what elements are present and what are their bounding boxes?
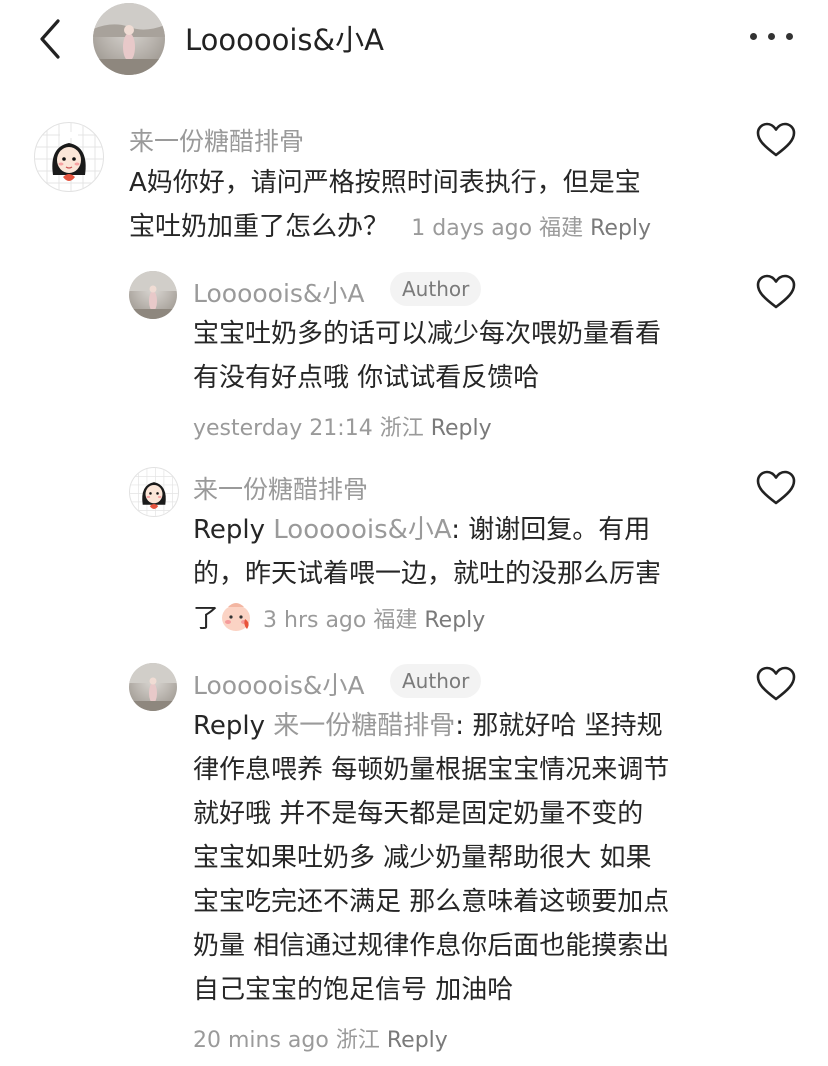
reply-text-line: 奶量 相信通过规律作息你后面也能摸索出: [193, 931, 670, 961]
author-name[interactable]: Looooois&小A: [185, 17, 384, 59]
author-badge: Author: [390, 272, 482, 306]
chevron-left-icon: [40, 19, 60, 59]
reply-text-line: 的，昨天试着喂一边，就吐的没那么厉害: [193, 559, 662, 589]
author-badge: Author: [390, 664, 482, 698]
reply-text-line: 律作息喂养 每顿奶量根据宝宝情况来调节: [193, 755, 670, 785]
reply-text-line: 了 3 hrs ago 福建 Reply: [193, 597, 485, 643]
reply-to-name[interactable]: 来一份糖醋排骨: [273, 711, 455, 741]
reply-button[interactable]: Reply: [431, 416, 492, 441]
heart-outline-icon[interactable]: [756, 122, 796, 158]
comment-meta: 1 days ago 福建 Reply: [411, 216, 651, 241]
reply-meta: yesterday 21:14 浙江 Reply: [193, 410, 492, 442]
reply-colon: :: [455, 711, 473, 741]
reply-location: 浙江: [335, 1028, 380, 1053]
reply-location: 浙江: [379, 416, 424, 441]
more-button[interactable]: [748, 28, 796, 46]
photo-avatar-icon: [93, 3, 165, 75]
back-button[interactable]: [30, 14, 70, 64]
reply-text-line: Reply Looooois&小A: 谢谢回复。有用: [193, 508, 650, 552]
comment-text-line: 宝吐奶加重了怎么办？ 1 days ago 福建 Reply: [129, 205, 651, 251]
author-reply-avatar[interactable]: [129, 271, 177, 319]
comment-text-line: A妈你好，请问严格按照时间表执行，但是宝: [129, 168, 641, 198]
reply-button[interactable]: Reply: [590, 216, 651, 241]
reply-text-line: 有没有好点哦 你试试看反馈哈: [193, 363, 540, 393]
reply-time: 20 mins ago: [193, 1028, 329, 1053]
reply-text-line: 宝宝吃完还不满足 那么意味着这顿要加点: [193, 887, 670, 917]
heart-outline-icon[interactable]: [756, 666, 796, 702]
reply-username[interactable]: 来一份糖醋排骨: [193, 470, 368, 506]
reply-text-line: 就好哦 并不是每天都是固定奶量不变的: [193, 799, 644, 829]
comment-text: 宝吐奶加重了怎么办？: [129, 212, 390, 242]
reply-time: yesterday 21:14: [193, 416, 373, 441]
comment-time: 1 days ago: [411, 216, 533, 241]
reply-meta: 3 hrs ago 福建 Reply: [263, 608, 485, 633]
heart-outline-icon[interactable]: [756, 470, 796, 506]
reply-button[interactable]: Reply: [424, 608, 485, 633]
reply-text-line: Reply 来一份糖醋排骨: 那就好哈 坚持规: [193, 704, 663, 748]
reply-prefix: Reply: [193, 711, 266, 741]
reply-prefix: Reply: [193, 515, 266, 545]
reply-button[interactable]: Reply: [387, 1028, 448, 1053]
baby-face-emoji-icon: [222, 603, 251, 631]
reply-time: 3 hrs ago: [263, 608, 367, 633]
reply-text: 那就好哈 坚持规: [472, 711, 663, 741]
commenter-avatar[interactable]: [34, 122, 104, 192]
comment-location: 福建: [539, 216, 584, 241]
reply-text: 了: [193, 604, 220, 634]
photo-avatar-icon: [129, 271, 177, 319]
comment-username[interactable]: 来一份糖醋排骨: [129, 122, 304, 158]
reply-text-line: 宝宝吐奶多的话可以减少每次喂奶量看看: [193, 319, 662, 349]
author-avatar[interactable]: [93, 3, 165, 75]
cartoon-girl-avatar-icon: [130, 468, 178, 516]
reply-username[interactable]: Looooois&小A: [193, 666, 365, 702]
reply-username[interactable]: Looooois&小A: [193, 274, 365, 310]
reply-text-line: 自己宝宝的饱足信号 加油哈: [193, 975, 514, 1005]
reply-to-name[interactable]: Looooois&小A: [273, 515, 451, 545]
reply-location: 福建: [373, 608, 418, 633]
reply-text-line: 宝宝如果吐奶多 减少奶量帮助很大 如果: [193, 843, 652, 873]
photo-avatar-icon: [129, 663, 177, 711]
heart-outline-icon[interactable]: [756, 274, 796, 310]
reply-text: 谢谢回复。有用: [468, 515, 651, 545]
reply-colon: :: [451, 515, 469, 545]
reply-meta: 20 mins ago 浙江 Reply: [193, 1022, 448, 1054]
cartoon-girl-avatar-icon: [35, 123, 103, 191]
author-reply-avatar[interactable]: [129, 663, 177, 711]
top-bar: Looooois&小A: [0, 0, 828, 80]
commenter-reply-avatar[interactable]: [129, 467, 179, 517]
